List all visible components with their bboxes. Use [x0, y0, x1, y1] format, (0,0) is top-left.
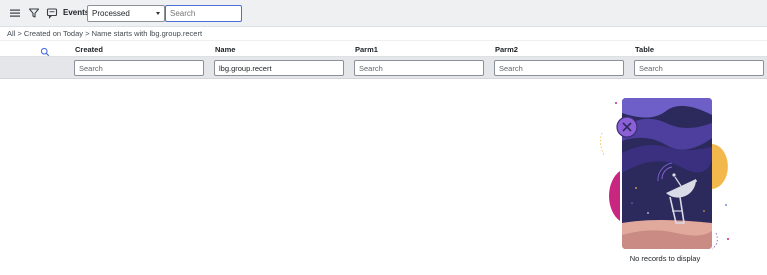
comment-icon[interactable]: [45, 6, 59, 20]
list-title: Events: [63, 8, 90, 17]
satellite-dish-illustration: [600, 98, 729, 250]
filter-input-parm1[interactable]: [354, 60, 484, 76]
state-select[interactable]: Processed: [87, 5, 165, 22]
column-header-parm1[interactable]: Parm1: [355, 45, 378, 54]
breadcrumb: All > Created on Today > Name starts wit…: [7, 29, 202, 38]
column-header-parm2[interactable]: Parm2: [495, 45, 518, 54]
table-header-row: Created Name Parm1 Parm2 Table: [0, 40, 767, 57]
breadcrumb-item-name[interactable]: Name starts with lbg.group.recert: [92, 29, 202, 38]
breadcrumb-separator: >: [17, 29, 22, 38]
filter-input-table[interactable]: [634, 60, 764, 76]
state-select-value: Processed: [92, 9, 130, 18]
column-header-name[interactable]: Name: [215, 45, 235, 54]
breadcrumb-item-all[interactable]: All: [7, 29, 15, 38]
column-filter-row: [0, 57, 767, 79]
filter-input-parm2[interactable]: [494, 60, 624, 76]
hamburger-icon[interactable]: [8, 6, 22, 20]
breadcrumb-item-created[interactable]: Created on Today: [24, 29, 83, 38]
list-toolbar: Events Processed: [0, 0, 767, 27]
column-header-table[interactable]: Table: [635, 45, 654, 54]
breadcrumb-separator: >: [85, 29, 90, 38]
list-search-input[interactable]: [165, 5, 242, 22]
filter-input-created[interactable]: [74, 60, 204, 76]
empty-state-message: No records to display: [629, 254, 701, 263]
filter-input-name[interactable]: [214, 60, 344, 76]
search-icon[interactable]: [40, 44, 50, 57]
funnel-icon[interactable]: [27, 6, 41, 20]
column-header-created[interactable]: Created: [75, 45, 103, 54]
caret-down-icon: [156, 12, 160, 15]
